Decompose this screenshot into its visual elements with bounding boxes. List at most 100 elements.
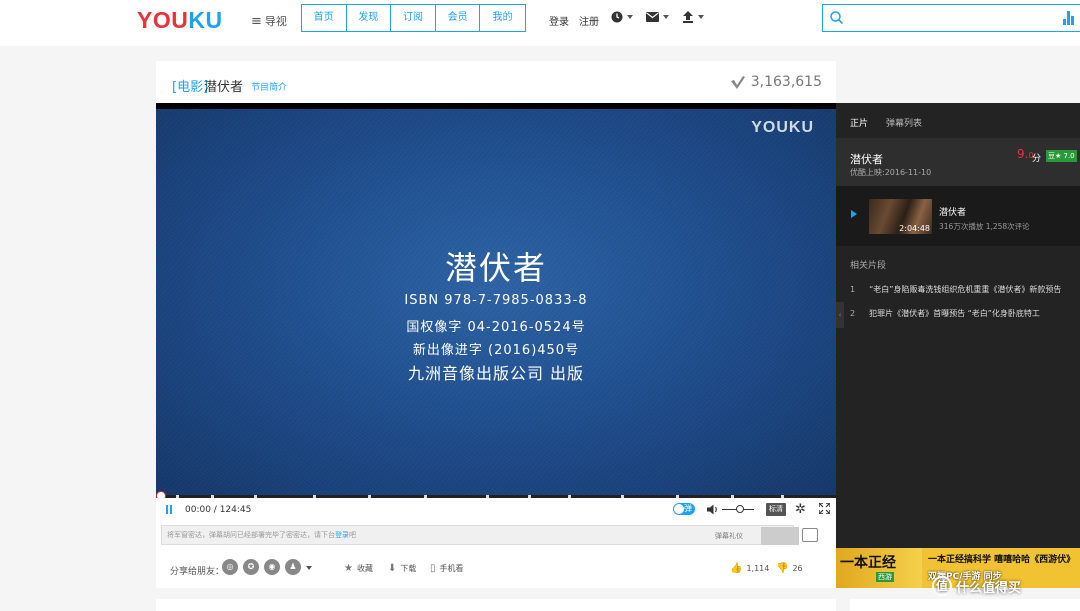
fullscreen-icon[interactable] (819, 503, 830, 514)
copyright-line: 国权像字 04-2016-0524号 (406, 320, 586, 335)
search-box (822, 4, 1080, 32)
search-icon (830, 11, 843, 24)
collapse-handle[interactable]: ‹ (836, 302, 844, 328)
episode-stats: 316万次播放 1,258次评论 (939, 222, 1030, 231)
search-input[interactable] (847, 7, 1057, 29)
related-item[interactable]: 1 “老白”身陷贩毒洗钱组织危机重重《潜伏者》新款预告 (850, 284, 1078, 295)
youku-watermark: YOUKU (751, 119, 814, 136)
top-icon-group (611, 11, 704, 23)
episode-duration: 2:04:48 (899, 224, 930, 233)
isbn-line: ISBN 978-7-7985-0833-8 (404, 293, 588, 308)
phone-icon: ▯ (430, 563, 436, 574)
danmu-input[interactable]: 将军窗密达，弹幕胡问已经部署完毕了密密达，请下台登录吧 弹幕礼仪 (161, 525, 799, 545)
download-button[interactable]: ⬇ 下载 (388, 563, 416, 574)
danmu-settings-icon[interactable] (802, 528, 818, 542)
below-card (156, 599, 836, 611)
chevron-down-icon (663, 15, 669, 19)
douban-badge: 豆★ 7.0 (1046, 150, 1077, 162)
tab-vip[interactable]: 会员 (435, 5, 481, 31)
ad-title: 一本正经 (840, 555, 896, 571)
tab-danmu-list[interactable]: 弹幕列表 (886, 116, 922, 129)
gear-icon[interactable]: ✲ (795, 502, 806, 517)
danmu-toggle[interactable]: 弹 (673, 503, 695, 515)
ad-text: 一本正经搞科学 嘻嘻哈哈《西游伏》 (928, 555, 1076, 565)
star-icon: ★ (344, 563, 353, 574)
weibo-icon[interactable]: ◉ (264, 559, 280, 575)
score-unit: 分 (1032, 154, 1042, 164)
import-line: 新出像进字 (2016)450号 (412, 343, 580, 358)
dislike-button[interactable]: 👎 26 (776, 563, 803, 574)
publisher-line: 九洲音像出版公司 出版 (407, 364, 585, 383)
history-button[interactable] (611, 11, 633, 23)
login-link[interactable]: 登录 (549, 13, 569, 28)
intro-link[interactable]: 节目简介 (251, 80, 287, 93)
mail-icon (646, 12, 659, 22)
thumbs-down-icon: 👎 (776, 563, 789, 574)
episode-name: 潜伏者 (939, 208, 967, 218)
guide-menu[interactable]: ≡ 导视 (251, 13, 287, 29)
video-player[interactable]: YOUKU 潜伏者 ISBN 978-7-7985-0833-8 国权像字 04… (156, 103, 836, 495)
register-link[interactable]: 注册 (579, 13, 599, 28)
video-screen-title: 潜伏者 (444, 249, 547, 287)
upload-button[interactable] (682, 11, 704, 23)
share-bar: 分享给朋友： ◎ ✪ ◉ ♟ ★ 收藏 ⬇ 下载 ▯ 手机看 👍 1,114 👎 26 (156, 548, 836, 588)
chevron-down-icon (627, 15, 633, 19)
video-frame[interactable]: YOUKU 潜伏者 ISBN 978-7-7985-0833-8 国权像字 04… (156, 109, 836, 495)
category-link[interactable]: [电影] (172, 76, 208, 95)
view-count: 3,163,615 (730, 74, 822, 90)
view-count-value: 3,163,615 (750, 74, 822, 90)
tab-mine[interactable]: 我的 (480, 5, 525, 31)
quality-button[interactable]: 标清 (766, 503, 786, 516)
thumbs-up-icon: 👍 (730, 563, 743, 574)
playlist-sidebar: 正片 弹幕列表 潜伏者 优酷上映:2016-11-10 9.0 分 豆★ 7.0… (836, 103, 1080, 548)
wechat-icon[interactable]: ◎ (222, 559, 238, 575)
guide-label: 导视 (264, 15, 287, 28)
video-title-card: [电影] 潜伏者 节目简介 3,163,615 (156, 61, 836, 103)
ad-tag: 西游 (876, 572, 894, 582)
site-watermark: 值什么值得买 (932, 576, 1021, 596)
below-sidebar (850, 599, 1080, 611)
collect-button[interactable]: ★ 收藏 (344, 563, 373, 574)
chevron-down-icon[interactable] (306, 566, 312, 570)
danmu-login-link[interactable]: 登录 (335, 531, 349, 539)
related-item[interactable]: 2 犯罪片《潜伏者》首曝预告 “老白”化身卧底特工 (850, 308, 1078, 319)
tab-discover[interactable]: 发现 (346, 5, 392, 31)
clock-icon (611, 11, 623, 23)
movie-info-header: 潜伏者 优酷上映:2016-11-10 9.0 分 豆★ 7.0 (836, 138, 1080, 186)
mobile-watch-button[interactable]: ▯ 手机看 (430, 563, 464, 574)
youku-logo[interactable]: YOUKU (137, 7, 223, 34)
episode-thumbnail[interactable]: 2:04:48 (869, 199, 932, 234)
tab-subscribe[interactable]: 订阅 (391, 5, 436, 31)
top-navigation-bar: YOUKU ≡ 导视 首页 发现 订阅 会员 我的 登录 注册 (0, 0, 1080, 46)
pause-button[interactable] (166, 505, 172, 514)
sidebar-tabs: 正片 弹幕列表 (850, 116, 922, 129)
volume-icon[interactable] (707, 504, 719, 515)
release-date: 优酷上映:2016-11-10 (850, 168, 932, 177)
danmu-etiquette-link[interactable]: 弹幕礼仪 (715, 531, 743, 541)
danmu-send-button[interactable] (761, 527, 799, 545)
play-icon (851, 210, 857, 218)
main-nav-tabs: 首页 发现 订阅 会员 我的 (301, 4, 526, 32)
volume-handle[interactable] (736, 505, 744, 513)
upload-icon (683, 11, 693, 23)
related-title: 相关片段 (850, 261, 887, 271)
player-controls: 00:00 / 124:45 弹 标清 ✲ (156, 498, 836, 522)
danmu-placeholder: 将军窗密达，弹幕胡问已经部署完毕了密密达，请下台 (167, 531, 335, 539)
zhi-logo-icon: 值 (932, 576, 952, 596)
danmu-input-row: 将军窗密达，弹幕胡问已经部署完毕了密密达，请下台登录吧 弹幕礼仪 (156, 522, 836, 548)
message-button[interactable] (646, 12, 669, 22)
video-title: 潜伏者 (204, 80, 244, 95)
menu-icon: ≡ (251, 13, 262, 29)
like-button[interactable]: 👍 1,114 (730, 563, 769, 574)
tab-home[interactable]: 首页 (302, 5, 347, 31)
youku-check-icon (730, 75, 745, 89)
tab-main-feature[interactable]: 正片 (850, 116, 868, 129)
movie-name: 潜伏者 (850, 153, 883, 166)
chevron-down-icon (698, 15, 704, 19)
time-display: 00:00 / 124:45 (185, 505, 252, 515)
qq-icon[interactable]: ♟ (285, 559, 301, 575)
auth-links: 登录 注册 (549, 13, 599, 28)
moments-icon[interactable]: ✪ (243, 559, 259, 575)
chart-icon[interactable] (1063, 11, 1074, 25)
episode-item[interactable]: 2:04:48 潜伏者 316万次播放 1,258次评论 (836, 186, 1080, 246)
